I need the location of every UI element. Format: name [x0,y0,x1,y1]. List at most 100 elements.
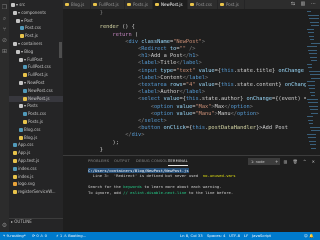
search-icon[interactable]: ⌕ [1,15,8,22]
code-token: value [195,67,215,74]
tab-post-css[interactable]: Post.css [188,0,218,9]
tree-item[interactable]: registerServiceW... [9,189,63,195]
extensions-icon[interactable]: ⊞ [1,48,8,55]
panel-tab-debug-console[interactable]: DEBUG CONSOLE [136,158,170,165]
source-control-icon[interactable]: ⑂ [1,26,8,33]
code-line[interactable]: <label>Content</label> [63,75,320,82]
sidebar-scrollbar[interactable] [59,42,62,58]
tree-item[interactable]: ▾ FullPost [9,57,63,63]
panel-actions[interactable]: + ▥ 🗑 ^ ✕ [275,158,317,165]
panel-tab-terminal[interactable]: TERMINAL [168,158,188,166]
tab-post-js[interactable]: Post.js [218,0,245,9]
code-line[interactable]: <label>Author</label> [63,89,320,96]
code-token: ); [87,139,119,146]
eol-status[interactable]: LF [244,232,248,240]
file-icon [19,104,23,109]
code-line[interactable]: <select value={this.state.author} onChan… [63,96,320,103]
editor-actions[interactable]: ⇆ ▥ ⋯ [291,0,318,9]
tab-label: FullPost.js [99,2,119,7]
code-line[interactable]: <option value="Max">Max</option> [63,104,320,111]
tree-item[interactable]: ▾ containers [9,41,63,47]
feedback-icons[interactable]: ☺ 🔔 [304,232,314,240]
tree-item[interactable]: Blog.css [9,127,63,133]
tree-item[interactable]: Blog.js [9,135,63,141]
tab-posts-js[interactable]: Posts.js [125,0,153,9]
code-token: < [87,67,142,74]
tree-item[interactable]: index.js [9,174,63,180]
explorer-sidebar: ▾ src ▾ components ▾ Post Post.css Post.js ▾ … [9,0,63,232]
tree-item[interactable]: ▾ components [9,10,63,16]
tree-item-label: ▾ containers [18,41,43,46]
code-token: label [141,60,158,67]
code-line[interactable]: </div> [63,132,320,139]
tree-item[interactable]: ▾ NewPost [9,80,63,86]
terminal-output[interactable]: C:/Users/containers/Blog/NewPost/NewPost… [88,168,313,230]
tree-item-label: index.css [18,165,37,171]
code-line[interactable]: <h1>Add a Post</h1> [63,53,320,60]
code-line[interactable] [63,17,320,24]
tree-item[interactable]: App.js [9,150,63,156]
tree-item[interactable]: FullPost.css [9,64,63,70]
tree-item[interactable]: index.css [9,166,63,172]
tree-item[interactable]: App.test.js [9,158,63,164]
tree-item[interactable]: ▾ Blog [9,49,63,55]
branch-indicator[interactable]: ⑂ 9-routing* [3,232,26,240]
tree-item-label: App.css [18,142,34,148]
code-line[interactable]: </select> [63,118,320,125]
cursor-position[interactable]: Ln 8, Col 33 [180,232,203,240]
tree-item[interactable]: Post.css [9,25,63,31]
code-line[interactable]: <Redirect to="" /> [63,46,320,53]
tab-blog-js[interactable]: Blog.js [63,0,91,9]
code-token: < [87,74,142,81]
minimap-line [311,77,320,79]
tree-item[interactable]: NewPost.js [9,95,63,102]
code-line[interactable]: return ( [63,32,320,39]
tree-item[interactable]: App.css [9,142,63,148]
tree-item[interactable]: logo.svg [9,181,63,187]
code-line[interactable]: <input type="text" value={this.state.tit… [63,68,320,75]
panel-tab-problems[interactable]: PROBLEMS [88,158,109,165]
code-token: type [157,67,174,74]
tab-newpost-js[interactable]: NewPost.js [153,0,188,9]
tree-item[interactable]: Posts.css [9,111,63,117]
code-line[interactable]: <option value="Manu">Manu</option> [63,111,320,118]
tree-item[interactable]: Post.js [9,33,63,39]
code-line[interactable]: } [63,10,320,17]
files-icon[interactable]: ❐ [1,4,8,11]
tree-item-label: ▾ FullPost [24,56,43,62]
tree-item[interactable]: Posts.js [9,119,63,125]
file-icon [13,166,17,171]
js-file-icon [93,3,97,6]
code-token: > [141,132,145,139]
encoding-status[interactable]: UTF-8 [229,232,240,240]
code-line[interactable]: <label>Title</label> [63,60,320,67]
code-token: this [192,125,206,132]
activity-status[interactable]: ⚡ 1 ⚠ Booting... [56,232,86,240]
minimap-line [308,67,312,68]
debug-icon[interactable]: ⊘ [1,37,8,44]
code-token: label [189,74,206,81]
js-file-icon [65,3,69,6]
tree-item[interactable]: ▾ Post [9,18,63,24]
tree-item[interactable]: ▾ src [9,2,63,8]
sync-status[interactable]: ⟳ 0 ⚠ 0 [32,232,47,240]
indentation-status[interactable]: Spaces: 4 [207,232,225,240]
outline-section[interactable]: ▸ OUTLINE [9,218,63,224]
minimap[interactable] [306,9,320,155]
code-editor[interactable]: } render () { return ( <div className="N… [63,9,320,155]
code-line[interactable]: <button onClick={this.postDataHandler}>A… [63,125,320,132]
code-line[interactable]: ); [63,140,320,147]
code-line[interactable]: <textarea rows="4" value={this.state.con… [63,82,320,89]
settings-icon[interactable]: ⚙ [1,222,8,229]
language-status[interactable]: JavaScript [252,232,271,240]
code-line[interactable]: render () { [63,24,320,31]
tree-item[interactable]: FullPost.js [9,72,63,78]
tree-item[interactable]: ▾ Posts [9,103,63,109]
tree-item[interactable]: NewPost.css [9,88,63,94]
panel-tab-output[interactable]: OUTPUT [114,158,130,165]
tab-fullpost-js[interactable]: FullPost.js [91,0,125,9]
minimap-line [309,105,318,107]
code-line[interactable]: } [63,147,320,154]
code-line[interactable]: <div className="NewPost"> [63,39,320,46]
